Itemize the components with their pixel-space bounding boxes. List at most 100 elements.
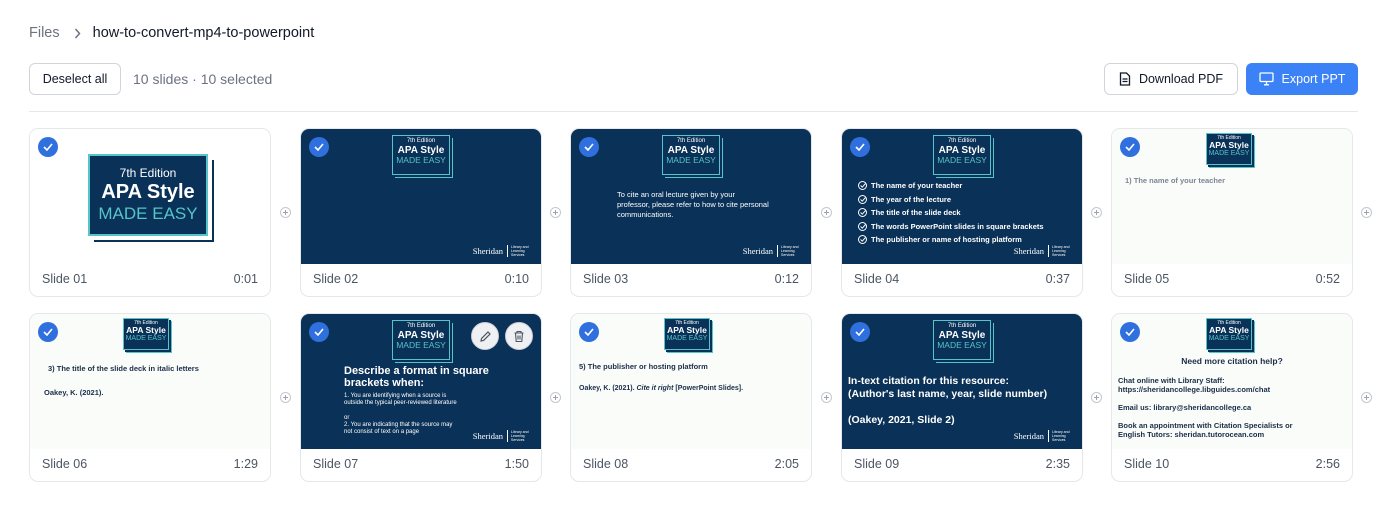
deselect-all-button[interactable]: Deselect all	[29, 63, 121, 95]
presentation-icon	[1258, 72, 1274, 86]
logo-subtitle: MADE EASY	[666, 155, 716, 165]
logo-title: APA Style	[101, 181, 195, 203]
slide-thumbnail: 7th Edition APA Style MADE EASY 3) The t…	[30, 314, 270, 449]
insert-plus-icon[interactable]	[1361, 392, 1372, 403]
check-circle-icon	[858, 194, 867, 204]
checklist-text: The title of the slide deck	[871, 208, 961, 218]
insert-plus-icon[interactable]	[821, 392, 832, 403]
logo-edition: 7th Edition	[947, 323, 977, 329]
checklist-item: The name of your teacher	[858, 179, 1044, 193]
slide-thumbnail: 7th Edition APA Style MADE EASY	[30, 129, 270, 264]
logo-subtitle: MADE EASY	[98, 204, 198, 223]
insert-plus-icon[interactable]	[821, 207, 832, 218]
selected-check-icon[interactable]	[309, 137, 329, 157]
insert-plus-icon[interactable]	[280, 207, 291, 218]
slide-card[interactable]: 7th Edition APA Style MADE EASY In-text …	[841, 313, 1083, 482]
divider	[29, 111, 1358, 112]
delete-trash-icon[interactable]	[505, 322, 533, 350]
slide-heading: Describe a format in square brackets whe…	[344, 365, 489, 389]
slide-time: 1:50	[504, 457, 529, 471]
sheridan-logo: Sheridan Library and Learning Services	[1014, 245, 1074, 257]
breadcrumb-current: how-to-convert-mp4-to-powerpoint	[92, 25, 315, 41]
brand-tag: Library and Learning Services	[507, 430, 533, 442]
slide-card[interactable]: 7th Edition APA Style MADE EASY To cite …	[570, 128, 812, 297]
logo-subtitle: MADE EASY	[937, 340, 987, 350]
slide-label: Slide 05	[1124, 272, 1170, 286]
selected-check-icon[interactable]	[579, 322, 599, 342]
slide-text-line: Email us: library@sheridancollege.ca	[1118, 403, 1252, 412]
slide-card[interactable]: 7th Edition APA Style MADE EASY The name…	[841, 128, 1083, 297]
logo-subtitle: MADE EASY	[666, 335, 708, 342]
apa-logo: 7th Edition APA Style MADE EASY	[662, 135, 720, 175]
logo-subtitle: MADE EASY	[1208, 335, 1250, 342]
selected-check-icon[interactable]	[1120, 322, 1140, 342]
slide-card[interactable]: 7th Edition APA Style MADE EASY Need mor…	[1111, 313, 1353, 482]
citation-title: Cite it right	[636, 385, 674, 392]
edit-pencil-icon[interactable]	[471, 322, 499, 350]
selected-check-icon[interactable]	[850, 137, 870, 157]
slide-label: Slide 01	[42, 272, 88, 286]
slide-text-line: https://sheridancollege.libguides.com/ch…	[1118, 385, 1271, 394]
logo-subtitle: MADE EASY	[396, 155, 446, 165]
selected-check-icon[interactable]	[850, 322, 870, 342]
selected-check-icon[interactable]	[1120, 137, 1140, 157]
slide-text-line: (Author's last name, year, slide number)	[848, 388, 1048, 400]
citation-part: [PowerPoint Slides].	[673, 385, 744, 392]
toolbar: Deselect all 10 slides · 10 selected Dow…	[29, 63, 1358, 95]
brand-tag: Library and Learning Services	[507, 245, 533, 257]
brand-name: Sheridan	[1013, 246, 1044, 256]
logo-subtitle: MADE EASY	[1208, 150, 1250, 157]
slide-text-line: Book an appointment with Citation Specia…	[1118, 421, 1293, 430]
slide-card[interactable]: 7th Edition APA Style MADE EASY Slide 01…	[29, 128, 271, 297]
selected-check-icon[interactable]	[38, 137, 58, 157]
slide-text-line: Oakey, K. (2021).	[44, 388, 104, 397]
checklist-text: The words PowerPoint slides in square br…	[871, 221, 1044, 231]
checklist-item: The year of the lecture	[858, 193, 1044, 207]
selected-check-icon[interactable]	[38, 322, 58, 342]
slide-thumbnail: 7th Edition APA Style MADE EASY Sheridan…	[301, 129, 541, 264]
slide-card[interactable]: 7th Edition APA Style MADE EASY Sheridan…	[300, 128, 542, 297]
slide-thumbnail: 7th Edition APA Style MADE EASY 5) The p…	[571, 314, 811, 449]
export-ppt-button[interactable]: Export PPT	[1246, 63, 1358, 95]
sheridan-logo: Sheridan Library and Learning Services	[743, 245, 803, 257]
insert-plus-icon[interactable]	[1091, 392, 1102, 403]
logo-edition: 7th Edition	[119, 166, 177, 180]
slide-thumbnail: 7th Edition APA Style MADE EASY The name…	[842, 129, 1082, 264]
slide-text-line: Chat online with Library Staff:	[1118, 376, 1225, 385]
slide-time: 2:35	[1045, 457, 1070, 471]
slide-time: 2:56	[1315, 457, 1340, 471]
checklist-text: The year of the lecture	[871, 194, 952, 204]
slide-time: 2:05	[774, 457, 799, 471]
slide-text-line: 3) The title of the slide deck in italic…	[48, 364, 199, 373]
slide-label: Slide 08	[583, 457, 629, 471]
insert-plus-icon[interactable]	[280, 392, 291, 403]
insert-plus-icon[interactable]	[550, 392, 561, 403]
slide-text-line: In-text citation for this resource:	[848, 375, 1010, 387]
slide-card[interactable]: 7th Edition APA Style MADE EASY 1) The n…	[1111, 128, 1353, 297]
slide-time: 0:10	[504, 272, 529, 286]
slide-card[interactable]: 7th Edition APA Style MADE EASY 5) The p…	[570, 313, 812, 482]
check-circle-icon	[858, 181, 867, 191]
slide-thumbnail: 7th Edition APA Style MADE EASY In-text …	[842, 314, 1082, 449]
insert-plus-icon[interactable]	[550, 207, 561, 218]
slide-card[interactable]: 7th Edition APA Style MADE EASY Describe…	[300, 313, 542, 482]
slide-label: Slide 10	[1124, 457, 1170, 471]
breadcrumb-files-link[interactable]: Files	[29, 25, 60, 41]
insert-plus-icon[interactable]	[1091, 207, 1102, 218]
logo-title: APA Style	[1209, 325, 1249, 335]
slide-card[interactable]: 7th Edition APA Style MADE EASY 3) The t…	[29, 313, 271, 482]
slide-time: 0:12	[774, 272, 799, 286]
selected-check-icon[interactable]	[579, 137, 599, 157]
selected-check-icon[interactable]	[309, 322, 329, 342]
apa-logo: 7th Edition APA Style MADE EASY	[664, 318, 710, 350]
apa-logo: 7th Edition APA Style MADE EASY	[392, 320, 450, 360]
logo-edition: 7th Edition	[676, 138, 706, 144]
checklist-item: The words PowerPoint slides in square br…	[858, 220, 1044, 234]
apa-logo: 7th Edition APA Style MADE EASY	[1206, 133, 1252, 165]
download-pdf-button[interactable]: Download PDF	[1104, 63, 1238, 95]
citation-part: Oakey, K. (2021).	[579, 385, 637, 392]
brand-tag: Library and Learning Services	[777, 245, 803, 257]
insert-plus-icon[interactable]	[1361, 207, 1372, 218]
check-circle-icon	[858, 208, 867, 218]
download-pdf-label: Download PDF	[1138, 72, 1224, 86]
